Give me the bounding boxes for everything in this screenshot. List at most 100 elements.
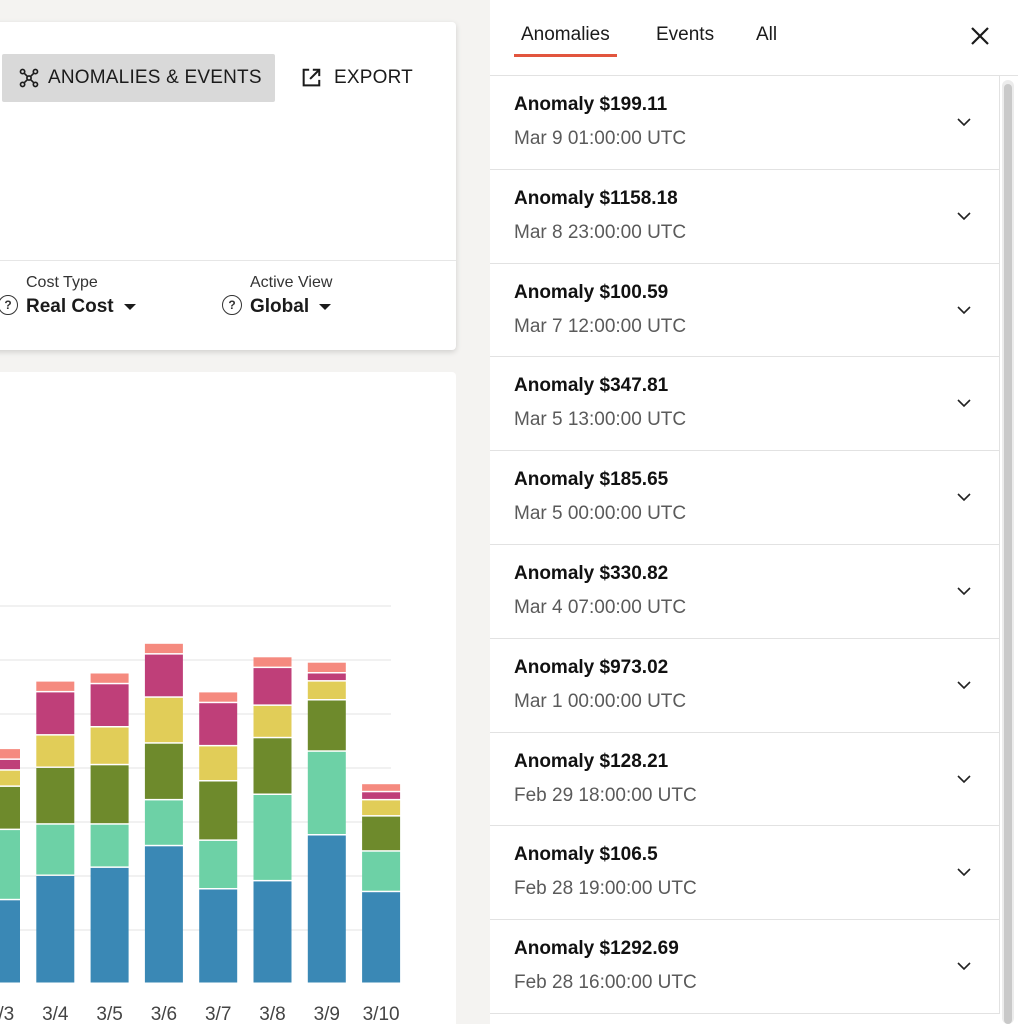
anomaly-time: Mar 8 23:00:00 UTC bbox=[514, 221, 687, 243]
bar-segment[interactable] bbox=[362, 816, 401, 851]
scrollbar-thumb[interactable] bbox=[1004, 84, 1012, 1024]
list-item[interactable]: Anomaly $106.5 Feb 28 19:00:00 UTC bbox=[490, 826, 1000, 921]
bar-segment[interactable] bbox=[253, 738, 292, 794]
list-item[interactable]: Anomaly $128.21 Feb 29 18:00:00 UTC bbox=[490, 732, 1000, 827]
bar-segment[interactable] bbox=[90, 824, 129, 867]
bar-segment[interactable] bbox=[0, 770, 20, 786]
chevron-down-icon[interactable] bbox=[956, 489, 972, 505]
bar-segment[interactable] bbox=[307, 751, 346, 834]
bar-segment[interactable] bbox=[90, 673, 129, 683]
bar-segment[interactable] bbox=[362, 800, 401, 816]
list-item[interactable]: Anomaly $100.59 Mar 7 12:00:00 UTC bbox=[490, 263, 1000, 358]
bar-segment[interactable] bbox=[253, 657, 292, 667]
bar-segment[interactable] bbox=[36, 768, 75, 824]
bar-segment[interactable] bbox=[362, 851, 401, 891]
bar-segment[interactable] bbox=[307, 662, 346, 672]
bar-segment[interactable] bbox=[0, 900, 20, 983]
bar-segment[interactable] bbox=[36, 681, 75, 691]
anomaly-title: Anomaly $185.65 bbox=[514, 469, 669, 491]
anomaly-title: Anomaly $1292.69 bbox=[514, 938, 679, 960]
bar-segment[interactable] bbox=[307, 835, 346, 983]
bar-segment[interactable] bbox=[36, 692, 75, 735]
bar-segment[interactable] bbox=[36, 824, 75, 875]
bar-segment[interactable] bbox=[253, 795, 292, 880]
bar-segment[interactable] bbox=[307, 673, 346, 681]
bar-segment[interactable] bbox=[36, 735, 75, 767]
bar-segment[interactable] bbox=[253, 668, 292, 705]
panel-tabs: Anomalies Events All bbox=[490, 0, 1018, 76]
export-button[interactable]: EXPORT bbox=[300, 54, 413, 102]
caret-down-icon bbox=[123, 304, 136, 310]
anomaly-title: Anomaly $973.02 bbox=[514, 656, 669, 678]
active-view-label: Active View bbox=[250, 274, 333, 291]
anomaly-time: Mar 7 12:00:00 UTC bbox=[514, 315, 687, 337]
x-tick-label: 3/8 bbox=[259, 1004, 285, 1024]
bar-segment[interactable] bbox=[0, 786, 20, 829]
list-item[interactable]: Anomaly $185.65 Mar 5 00:00:00 UTC bbox=[490, 451, 1000, 545]
bar-segment[interactable] bbox=[36, 876, 75, 983]
bar-segment[interactable] bbox=[144, 643, 183, 654]
bar-segment[interactable] bbox=[144, 697, 183, 743]
bar-segment[interactable] bbox=[199, 703, 238, 745]
help-icon[interactable]: ? bbox=[0, 295, 18, 315]
chevron-down-icon[interactable] bbox=[956, 208, 972, 224]
bar-segment[interactable] bbox=[199, 746, 238, 780]
bar-segment[interactable] bbox=[144, 846, 183, 983]
anomaly-time: Mar 4 07:00:00 UTC bbox=[514, 596, 687, 618]
tab-anomalies[interactable]: Anomalies bbox=[514, 24, 617, 57]
bar-segment[interactable] bbox=[90, 765, 129, 824]
bar-segment[interactable] bbox=[199, 889, 238, 983]
bar-segment[interactable] bbox=[90, 727, 129, 764]
bar-segment[interactable] bbox=[253, 705, 292, 737]
anomalies-panel: Anomalies Events All Anomaly $199.11 Mar… bbox=[490, 0, 1018, 1024]
list-item[interactable]: Anomaly $347.81 Mar 5 13:00:00 UTC bbox=[490, 357, 1000, 452]
bar-segment[interactable] bbox=[0, 830, 20, 899]
anomalies-events-button[interactable]: ANOMALIES & EVENTS bbox=[2, 54, 275, 102]
bar-segment[interactable] bbox=[307, 681, 346, 699]
chevron-down-icon[interactable] bbox=[956, 677, 972, 693]
chevron-down-icon[interactable] bbox=[956, 864, 972, 880]
chevron-down-icon[interactable] bbox=[956, 958, 972, 974]
bar-segment[interactable] bbox=[199, 781, 238, 840]
chart-card: 3/3 3/4 3/5 3/6 3/7 3/8 3/9 3/10 bbox=[0, 372, 456, 1024]
cost-type-selector[interactable]: Cost Type Real Cost bbox=[26, 274, 136, 318]
active-view-selector[interactable]: Active View Global bbox=[250, 274, 332, 318]
list-item[interactable]: Anomaly $330.82 Mar 4 07:00:00 UTC bbox=[490, 544, 1000, 639]
bar-segment[interactable] bbox=[144, 800, 183, 845]
help-icon[interactable]: ? bbox=[222, 295, 242, 315]
x-tick-label: 3/7 bbox=[205, 1004, 231, 1024]
chevron-down-icon[interactable] bbox=[956, 302, 972, 318]
bar-segment[interactable] bbox=[362, 792, 401, 799]
export-label: EXPORT bbox=[334, 67, 413, 88]
close-icon[interactable] bbox=[968, 24, 992, 48]
bar-segment[interactable] bbox=[0, 759, 20, 770]
tab-events[interactable]: Events bbox=[656, 24, 714, 46]
list-item[interactable]: Anomaly $1292.69 Feb 28 16:00:00 UTC bbox=[490, 920, 1000, 1014]
bar-segment[interactable] bbox=[0, 749, 20, 759]
x-tick-label: 3/4 bbox=[42, 1004, 69, 1024]
bar-segment[interactable] bbox=[199, 692, 238, 702]
anomaly-title: Anomaly $106.5 bbox=[514, 844, 658, 866]
anomaly-time: Mar 1 00:00:00 UTC bbox=[514, 690, 687, 712]
anomaly-title: Anomaly $100.59 bbox=[514, 281, 669, 303]
tab-all[interactable]: All bbox=[756, 24, 777, 46]
bar-segment[interactable] bbox=[362, 784, 401, 791]
bar-segment[interactable] bbox=[199, 840, 238, 888]
anomaly-time: Mar 5 00:00:00 UTC bbox=[514, 503, 687, 525]
chevron-down-icon[interactable] bbox=[956, 583, 972, 599]
bar-segment[interactable] bbox=[362, 892, 401, 983]
bar-segment[interactable] bbox=[90, 684, 129, 726]
bar-segment[interactable] bbox=[144, 743, 183, 799]
chevron-down-icon[interactable] bbox=[956, 114, 972, 130]
bar-segment[interactable] bbox=[307, 700, 346, 751]
chevron-down-icon[interactable] bbox=[956, 395, 972, 411]
bar-segment[interactable] bbox=[144, 654, 183, 697]
bar-segment[interactable] bbox=[90, 867, 129, 983]
list-item[interactable]: Anomaly $199.11 Mar 9 01:00:00 UTC bbox=[490, 76, 1000, 170]
list-item[interactable]: Anomaly $973.02 Mar 1 00:00:00 UTC bbox=[490, 638, 1000, 733]
active-view-value: Global bbox=[250, 296, 310, 317]
bar-segment[interactable] bbox=[253, 881, 292, 983]
chevron-down-icon[interactable] bbox=[956, 771, 972, 787]
list-item[interactable]: Anomaly $1158.18 Mar 8 23:00:00 UTC bbox=[490, 169, 1000, 264]
external-link-icon bbox=[302, 68, 321, 87]
